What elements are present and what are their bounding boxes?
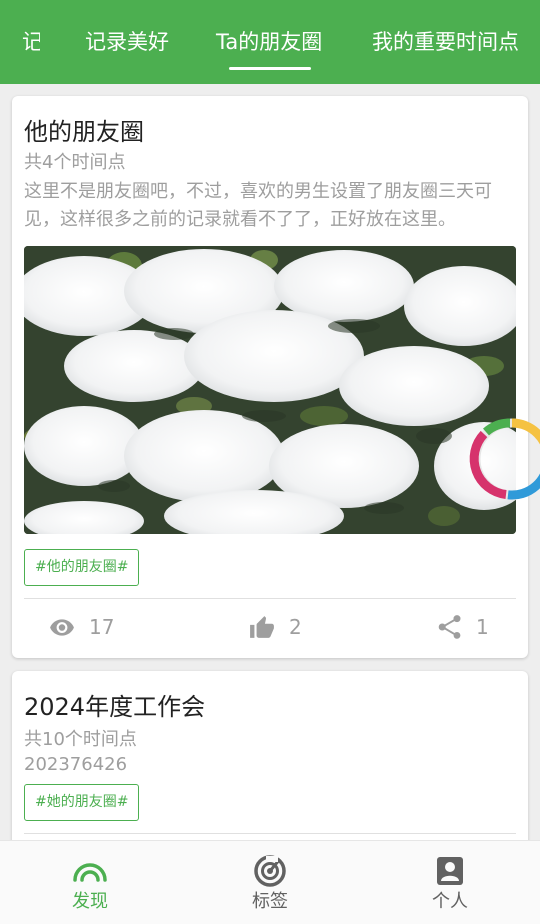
tab-selected-indicator: [229, 67, 311, 70]
card-description: 202376426: [24, 754, 128, 775]
card-point-count: 共10个时间点: [24, 729, 137, 750]
card-point-count: 共4个时间点: [24, 152, 126, 173]
card-divider: [24, 833, 516, 834]
tab-record-partial[interactable]: 记: [22, 28, 40, 56]
nav-discover[interactable]: 发现: [30, 841, 150, 924]
top-tab-bar: 记 记录美好 Ta的朋友圈 我的重要时间点: [0, 0, 540, 84]
card-tag[interactable]: #她的朋友圈#: [24, 784, 140, 821]
timeline-card[interactable]: 他的朋友圈 共4个时间点 这里不是朋友圈吧，不过，喜欢的男生设置了朋友圈三天可见…: [12, 96, 528, 658]
snow-photo-art: [24, 246, 516, 534]
tab-ta-moments[interactable]: Ta的朋友圈: [216, 28, 322, 56]
floating-loading-ring: [468, 414, 540, 504]
like-button[interactable]: 2: [249, 613, 302, 641]
card-title: 2024年度工作会: [24, 693, 206, 721]
views-count: 17: [89, 615, 115, 639]
discover-arc-icon: [73, 863, 107, 882]
eye-icon: [50, 619, 74, 636]
nav-me[interactable]: 个人: [390, 841, 510, 924]
share-icon: [438, 615, 461, 639]
card-divider: [24, 598, 516, 599]
likes-count: 2: [289, 615, 302, 639]
nav-me-label: 个人: [432, 891, 468, 912]
snow-shrub-photo[interactable]: [24, 246, 516, 534]
thumb-up-icon: [250, 616, 274, 638]
tab-my-important-moments[interactable]: 我的重要时间点: [372, 28, 519, 56]
nav-tags-label: 标签: [252, 891, 288, 912]
bottom-navigation: 发现 标签 个人: [0, 840, 540, 924]
shares-count: 1: [476, 615, 489, 639]
tab-record-beauty[interactable]: 记录美好: [85, 28, 169, 56]
person-icon: [437, 857, 463, 885]
loading-ring-icon: [469, 418, 540, 500]
card-tag[interactable]: #他的朋友圈#: [24, 549, 140, 586]
card-title: 他的朋友圈: [24, 118, 144, 146]
card-description: 这里不是朋友圈吧，不过，喜欢的男生设置了朋友圈三天可见，这样很多之前的记录就看不…: [24, 181, 492, 230]
share-button[interactable]: 1: [438, 613, 489, 641]
views-stat: 17: [49, 613, 114, 641]
nav-discover-label: 发现: [72, 891, 108, 912]
nav-tags[interactable]: 标签: [210, 841, 330, 924]
radar-icon: [254, 855, 286, 887]
